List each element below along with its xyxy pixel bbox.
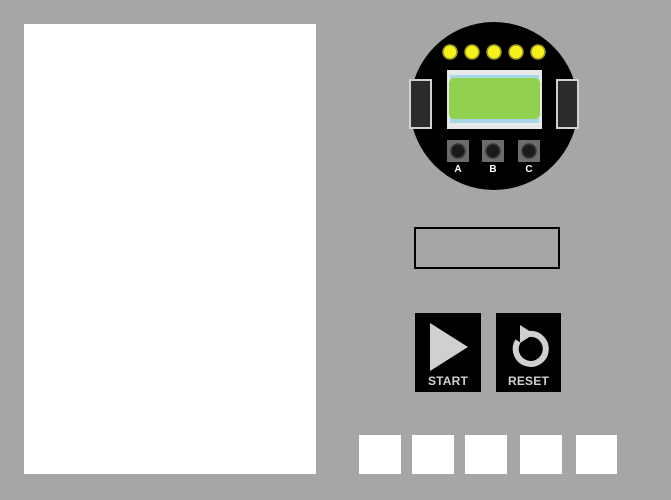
led-3 <box>486 44 502 60</box>
play-icon <box>415 321 481 373</box>
slot-3[interactable] <box>465 435 507 474</box>
lcd-screen <box>449 78 540 119</box>
led-4 <box>508 44 524 60</box>
start-label: START <box>427 374 469 388</box>
button-a-cap <box>450 143 466 159</box>
slot-5[interactable] <box>576 435 617 474</box>
button-a-label: A <box>454 164 461 175</box>
right-connector <box>556 79 579 129</box>
slot-2[interactable] <box>412 435 454 474</box>
code-workspace[interactable] <box>24 24 316 474</box>
button-b-cap <box>485 143 501 159</box>
button-b-label: B <box>489 164 496 175</box>
button-c-cap <box>521 143 537 159</box>
left-connector <box>409 79 432 129</box>
button-a[interactable] <box>447 140 469 162</box>
led-1 <box>442 44 458 60</box>
button-b[interactable] <box>482 140 504 162</box>
microcontroller-board: A B C <box>409 21 579 191</box>
reset-icon <box>496 321 561 373</box>
board-graphic: A B C <box>409 22 579 190</box>
button-c-label: C <box>525 164 532 175</box>
output-display <box>414 227 560 269</box>
slot-4[interactable] <box>520 435 562 474</box>
reset-button[interactable]: RESET <box>496 313 561 392</box>
start-button[interactable]: START <box>415 313 481 392</box>
led-2 <box>464 44 480 60</box>
led-5 <box>530 44 546 60</box>
slot-1[interactable] <box>359 435 401 474</box>
reset-label: RESET <box>507 374 549 388</box>
button-c[interactable] <box>518 140 540 162</box>
